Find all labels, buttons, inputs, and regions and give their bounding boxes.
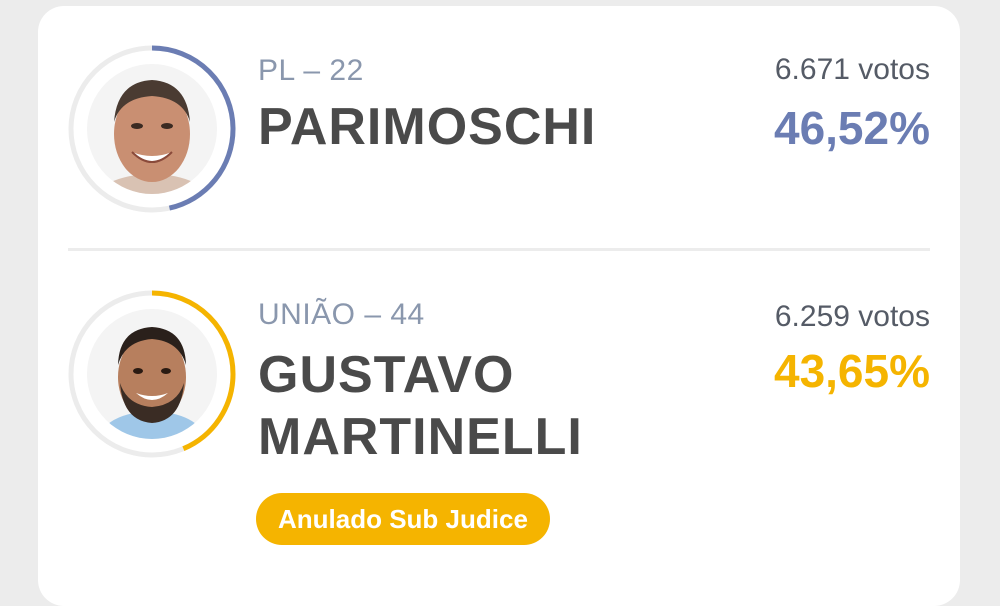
candidate-name: GUSTAVO MARTINELLI — [258, 346, 583, 466]
party-label: UNIÃO – 44 — [258, 298, 425, 331]
vote-percentage: 43,65% — [773, 345, 930, 397]
vote-percentage: 46,52% — [773, 102, 930, 154]
candidate-name: PARIMOSCHI — [258, 98, 597, 156]
vote-count: 6.259 votos — [774, 300, 930, 333]
candidate-photo — [87, 309, 217, 439]
candidate-avatar — [66, 288, 238, 460]
candidate-avatar — [66, 43, 238, 215]
results-card: PL – 22 PARIMOSCHI 6.671 votos 46,52% UN… — [38, 6, 960, 606]
status-badge: Anulado Sub Judice — [256, 493, 550, 545]
vote-count: 6.671 votos — [774, 53, 930, 86]
candidate-row-gustavo-martinelli[interactable]: UNIÃO – 44 GUSTAVO MARTINELLI 6.259 voto… — [38, 256, 960, 576]
candidate-photo — [87, 64, 217, 194]
party-label: PL – 22 — [258, 54, 364, 87]
candidate-row-parimoschi[interactable]: PL – 22 PARIMOSCHI 6.671 votos 46,52% — [38, 6, 960, 248]
divider — [68, 248, 930, 251]
